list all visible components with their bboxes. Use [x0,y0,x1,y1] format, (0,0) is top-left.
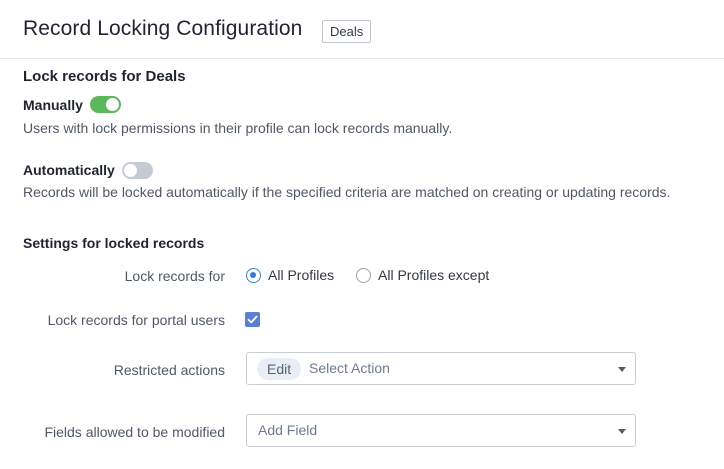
action-chip-edit[interactable]: Edit [257,358,302,380]
automatic-label: Automatically [23,162,115,178]
radio-all-profiles[interactable]: All Profiles [246,267,334,283]
portal-users-checkbox[interactable] [245,312,260,327]
radio-button-icon [356,267,371,283]
portal-users-label: Lock records for portal users [47,312,225,328]
restricted-actions-label: Restricted actions [113,362,225,378]
chevron-down-icon[interactable] [618,429,626,434]
chevron-down-icon[interactable] [618,367,626,372]
fields-allowed-label: Fields allowed to be modified [44,424,225,440]
manual-description: Users with lock permissions in their pro… [23,120,453,136]
toggle-knob [124,164,137,177]
radio-all-profiles-except-label: All Profiles except [378,267,490,283]
settings-section-title: Settings for locked records [23,235,205,251]
lock-section-title: Lock records for Deals [23,68,186,85]
page-header: Record Locking Configuration Deals [0,0,724,59]
add-field-placeholder: Add Field [258,422,318,438]
radio-all-profiles-except[interactable]: All Profiles except [356,267,489,283]
radio-all-profiles-label: All Profiles [268,267,335,283]
restricted-actions-select[interactable]: Edit Select Action [246,352,636,385]
manual-label: Manually [23,97,83,113]
lock-records-for-label: Lock records for [124,268,225,284]
checkbox-check-icon [247,315,258,324]
radio-button-icon [246,267,261,283]
select-action-placeholder: Select Action [309,360,390,376]
fields-allowed-select[interactable]: Add Field [246,414,636,447]
toggle-knob [106,98,119,111]
manual-toggle[interactable] [90,96,121,113]
page-title: Record Locking Configuration [23,17,303,40]
automatic-toggle[interactable] [122,162,153,179]
automatic-description: Records will be locked automatically if … [23,184,671,200]
module-badge: Deals [322,20,372,43]
